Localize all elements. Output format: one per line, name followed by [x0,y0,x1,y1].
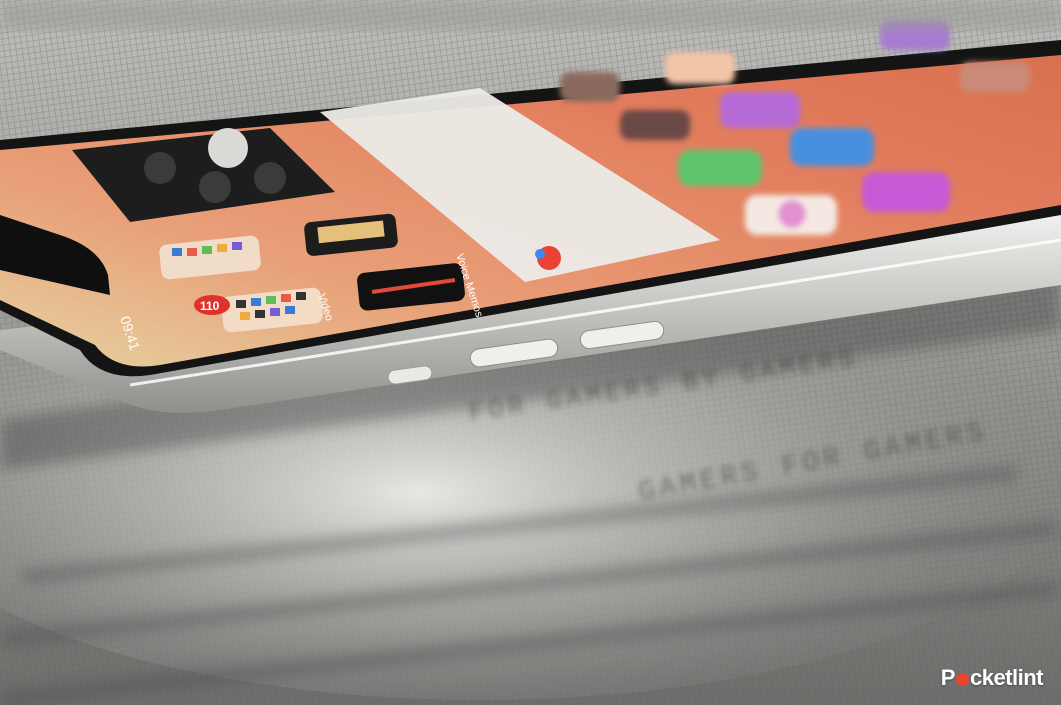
watermark-prefix: P [940,665,956,690]
pocketlint-watermark: Pcketlint [940,665,1044,691]
notification-badge: 110 [200,299,220,313]
photo-scene: FOR GAMERS BY GAMERS GAMERS FOR GAMERS 1… [0,0,1061,705]
watermark-suffix: cketlint [969,665,1044,690]
watermark-dot-icon [955,673,969,686]
background-blur [0,0,1061,30]
clock-face-icon [208,128,248,168]
